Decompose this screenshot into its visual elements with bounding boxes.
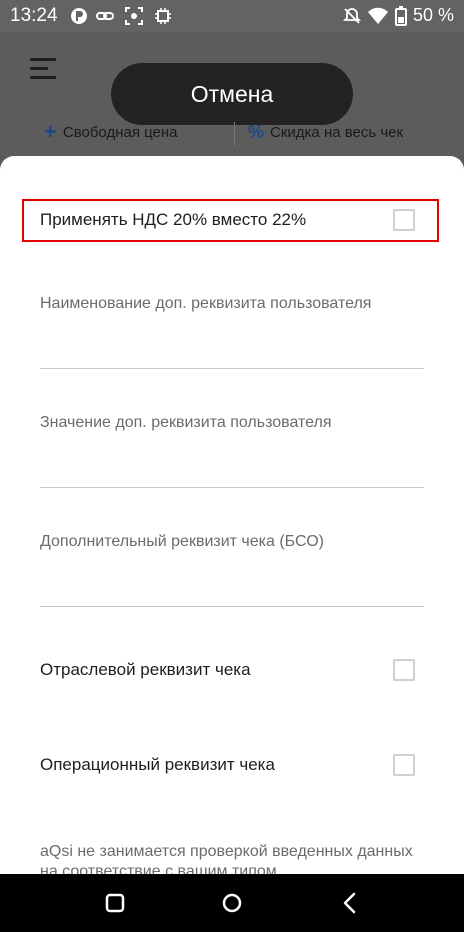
menu-icon[interactable]	[30, 58, 56, 82]
cancel-button[interactable]: Отмена	[111, 63, 353, 125]
vat-toggle-checkbox[interactable]	[393, 209, 415, 231]
vat-toggle-label: Применять НДС 20% вместо 22%	[40, 210, 307, 229]
receipt-discount-button[interactable]: % Скидка на весь чек	[248, 122, 403, 143]
recents-icon[interactable]	[103, 891, 127, 915]
receipt-discount-label: Скидка на весь чек	[270, 124, 404, 141]
back-icon[interactable]	[338, 891, 362, 915]
operational-attr-checkbox[interactable]	[393, 754, 415, 776]
notifications-off-icon	[342, 7, 361, 24]
operational-attr-label: Операционный реквизит чека	[40, 755, 275, 774]
plus-icon: +	[44, 119, 57, 144]
operational-attr-row[interactable]: Операционный реквизит чека	[40, 750, 424, 780]
industry-attr-label: Отраслевой реквизит чека	[40, 660, 251, 679]
status-right: 50 %	[342, 5, 454, 26]
industry-attr-row[interactable]: Отраслевой реквизит чека	[40, 655, 424, 685]
link-icon	[96, 12, 114, 20]
divider	[234, 122, 235, 146]
wifi-icon	[367, 7, 388, 24]
chip-icon	[155, 8, 171, 24]
user-attr-value-input[interactable]	[40, 451, 424, 481]
free-price-button[interactable]: + Свободная цена	[44, 119, 178, 144]
scan-icon	[125, 7, 143, 25]
extra-receipt-attr-input[interactable]	[40, 570, 424, 600]
app-notification-icon	[71, 8, 87, 24]
user-attr-value-underline	[40, 487, 424, 488]
industry-attr-checkbox[interactable]	[393, 659, 415, 681]
user-attr-name-underline	[40, 368, 424, 369]
extra-receipt-attr-underline	[40, 606, 424, 607]
user-attr-value-label: Значение доп. реквизита пользователя	[40, 414, 332, 431]
action-row: + Свободная цена % Скидка на весь чек	[0, 119, 464, 146]
battery-icon	[394, 5, 407, 26]
user-attr-name-input[interactable]	[40, 332, 424, 362]
navigation-bar	[0, 874, 464, 932]
user-attr-name-label: Наименование доп. реквизита пользователя	[40, 295, 372, 312]
vat-toggle-row[interactable]: Применять НДС 20% вместо 22%	[40, 205, 424, 235]
home-icon[interactable]	[220, 891, 244, 915]
disclaimer-note: aQsi не занимается проверкой введенных д…	[40, 843, 413, 874]
free-price-label: Свободная цена	[62, 123, 178, 141]
status-bar: 13:24 50 %	[0, 0, 464, 32]
percent-icon: %	[248, 122, 265, 142]
extra-receipt-attr-label: Дополнительный реквизит чека (БСО)	[40, 533, 324, 550]
status-time: 13:24	[10, 5, 58, 26]
receipt-attributes-sheet: Применять НДС 20% вместо 22% Наименовани…	[0, 156, 464, 874]
battery-percent: 50 %	[412, 5, 454, 25]
